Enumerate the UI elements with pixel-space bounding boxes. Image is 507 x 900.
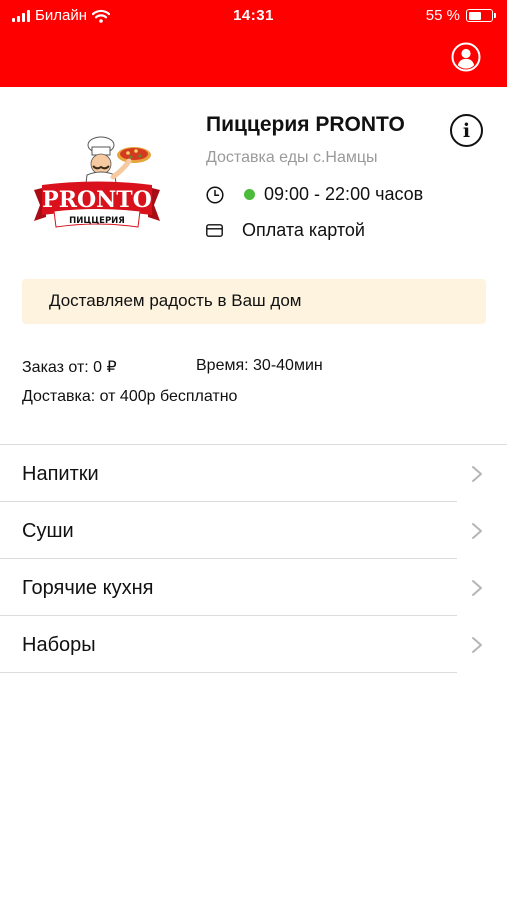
- battery-percentage: 55 %: [425, 7, 460, 24]
- restaurant-name: Пиццерия PRONTO: [206, 113, 405, 136]
- user-circle-icon[interactable]: [451, 42, 481, 72]
- working-hours: 09:00 - 22:00 часов: [206, 184, 423, 205]
- logo-brand-text: PRONTO: [42, 187, 152, 213]
- list-divider: [0, 672, 457, 673]
- restaurant-subtitle: Доставка еды с.Намцы: [206, 149, 378, 166]
- delivery-time-text: Время: 30-40мин: [196, 357, 323, 374]
- chevron-right-icon: [472, 523, 482, 539]
- clock-icon: [206, 185, 224, 204]
- chevron-right-icon: [472, 580, 482, 596]
- status-right: 55 %: [425, 7, 496, 24]
- battery-icon: [466, 9, 496, 22]
- category-label: Горячие кухня: [22, 577, 154, 599]
- category-item-drinks[interactable]: Напитки: [0, 445, 507, 502]
- promo-banner: Доставляем радость в Ваш дом: [22, 279, 486, 324]
- delivery-cost-text: Доставка: от 400р бесплатно: [22, 388, 238, 405]
- status-bar: Билайн 14:31 55 %: [0, 0, 507, 32]
- top-bar: Билайн 14:31 55 %: [0, 0, 507, 87]
- category-list: Напитки Суши Горячие кухня Наборы: [0, 444, 507, 673]
- category-label: Суши: [22, 520, 74, 542]
- payment-text: Оплата картой: [242, 220, 365, 240]
- credit-card-icon: [206, 224, 223, 237]
- category-item-sets[interactable]: Наборы: [0, 616, 507, 673]
- logo-caption-text: ПИЦЦЕРИЯ: [69, 216, 125, 226]
- payment-method: Оплата картой: [206, 220, 365, 241]
- category-item-sushi[interactable]: Суши: [0, 502, 507, 559]
- restaurant-logo: PRONTO ПИЦЦЕРИЯ: [34, 136, 160, 228]
- battery-fill: [468, 11, 481, 20]
- open-status-dot: [244, 189, 255, 200]
- chevron-right-icon: [472, 637, 482, 653]
- chevron-right-icon: [472, 466, 482, 482]
- category-item-hot-kitchen[interactable]: Горячие кухня: [0, 559, 507, 616]
- category-label: Наборы: [22, 634, 96, 656]
- hours-text: 09:00 - 22:00 часов: [264, 184, 424, 204]
- min-order-text: Заказ от: 0 ₽: [22, 359, 117, 376]
- info-icon[interactable]: i: [450, 114, 483, 147]
- category-label: Напитки: [22, 463, 99, 485]
